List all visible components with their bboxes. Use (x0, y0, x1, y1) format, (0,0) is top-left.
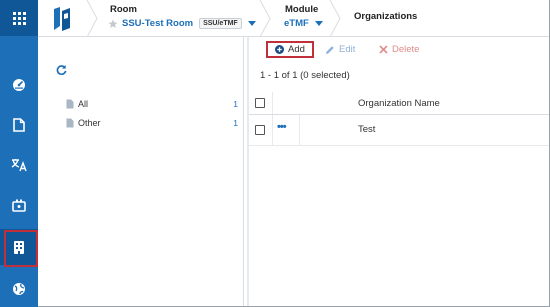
organization-name-cell: Test (358, 124, 376, 135)
tree-item-label: All (78, 99, 89, 109)
column-divider (272, 115, 273, 145)
globe-icon (13, 283, 25, 295)
star-icon[interactable] (108, 19, 118, 29)
rail-dashboard-button[interactable] (0, 67, 38, 103)
refresh-icon[interactable] (56, 64, 67, 75)
room-selector[interactable]: SSU-Test Room SSU/eTMF (108, 18, 256, 29)
delete-label: Delete (392, 44, 420, 55)
rail-translate-button[interactable] (0, 147, 38, 183)
table-row[interactable]: ••• Test (249, 115, 549, 146)
page-title: Organizations (354, 11, 418, 22)
edit-button[interactable]: Edit (325, 41, 355, 58)
organizations-table: Organization Name ••• Test (249, 92, 549, 146)
category-tree-panel: All 1 Other 1 (38, 37, 244, 306)
module-label: Module (285, 4, 319, 15)
grid-icon (12, 11, 26, 25)
room-name: SSU-Test Room (122, 18, 194, 29)
module-dropdown-icon[interactable] (314, 21, 323, 26)
toolbar: Add Edit Delete (249, 37, 549, 61)
room-badge: SSU/eTMF (199, 18, 242, 29)
close-icon (379, 45, 388, 54)
module-selector[interactable]: eTMF (284, 18, 323, 29)
translate-icon (11, 159, 27, 172)
tree-item-other[interactable]: Other 1 (66, 116, 238, 130)
document-icon (13, 118, 25, 132)
logo-icon (54, 7, 70, 31)
edit-label: Edit (339, 44, 356, 55)
document-icon (66, 99, 74, 109)
module-name: eTMF (284, 18, 309, 29)
column-divider (272, 92, 273, 114)
pane-divider (247, 37, 249, 306)
rail-globe-button[interactable] (0, 271, 38, 307)
tree-item-count: 1 (233, 99, 238, 109)
column-divider (299, 115, 300, 145)
pencil-icon (326, 45, 334, 54)
delete-button[interactable]: Delete (379, 41, 419, 58)
left-rail (0, 0, 38, 307)
row-checkbox[interactable] (255, 125, 265, 135)
rail-documents-button[interactable] (0, 107, 38, 143)
table-header: Organization Name (249, 92, 549, 115)
tree-item-count: 1 (233, 118, 238, 128)
building-icon (14, 240, 24, 254)
select-all-checkbox[interactable] (255, 98, 265, 108)
document-icon (66, 118, 74, 128)
add-circle-icon (275, 45, 284, 54)
room-label: Room (110, 4, 137, 15)
add-label: Add (288, 44, 305, 55)
main-pane: Add Edit Delete 1 - 1 of 1 (0 selected) … (244, 37, 549, 306)
room-dropdown-icon[interactable] (247, 21, 256, 26)
tree-item-all[interactable]: All 1 (66, 97, 238, 111)
breadcrumb-separator (259, 0, 271, 37)
breadcrumb-separator (86, 0, 98, 37)
add-button[interactable]: Add (266, 41, 314, 58)
breadcrumb-separator (329, 0, 341, 37)
selection-summary: 1 - 1 of 1 (0 selected) (260, 70, 350, 81)
rail-organizations-button[interactable] (0, 229, 38, 267)
dashboard-icon (13, 79, 25, 91)
app-launcher-button[interactable] (0, 0, 38, 36)
row-actions-menu[interactable]: ••• (277, 122, 287, 133)
tree-item-label: Other (78, 118, 101, 128)
plugin-icon (12, 199, 26, 212)
header-bar: Room SSU-Test Room SSU/eTMF Module eTMF … (38, 0, 549, 37)
column-header-organization-name[interactable]: Organization Name (358, 98, 440, 109)
rail-plugins-button[interactable] (0, 187, 38, 223)
